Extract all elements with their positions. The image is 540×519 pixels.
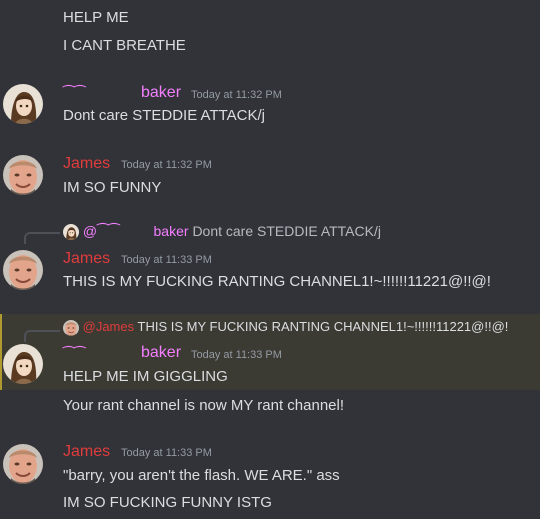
baker-avatar[interactable] xyxy=(3,344,43,384)
reply-preview[interactable]: @⁀⁀ baker Dont care STEDDIE ATTACK/j xyxy=(63,223,381,240)
message-text: IM SO FUCKING FUNNY ISTG xyxy=(63,494,272,511)
reply-preview[interactable]: @James THIS IS MY FUCKING RANTING CHANNE… xyxy=(63,319,508,336)
message-timestamp[interactable]: Today at 11:32 PM xyxy=(191,89,282,101)
reply-connector xyxy=(24,330,60,342)
message-text: HELP ME IM GIGGLING xyxy=(63,368,228,385)
james-mini-avatar xyxy=(63,320,79,336)
james-avatar[interactable] xyxy=(3,444,43,484)
name-decoration-icon: ⁀⁀ xyxy=(63,85,86,101)
reply-author: @James xyxy=(82,319,135,334)
author-name-james[interactable]: James xyxy=(63,250,110,268)
name-decoration-icon: ⁀⁀ xyxy=(63,346,86,362)
reply-snippet: THIS IS MY FUCKING RANTING CHANNEL1!~!!!… xyxy=(137,319,509,334)
baker-mini-avatar xyxy=(63,224,79,240)
reply-mention-prefix: @ xyxy=(82,223,98,239)
message-timestamp[interactable]: Today at 11:33 PM xyxy=(121,254,212,266)
james-avatar[interactable] xyxy=(3,155,43,195)
reply-snippet: Dont care STEDDIE ATTACK/j xyxy=(192,223,381,239)
message-text: Your rant channel is now MY rant channel… xyxy=(63,397,345,414)
reply-connector xyxy=(24,232,60,244)
reply-deco-icon: ⁀⁀ xyxy=(97,223,120,239)
james-avatar[interactable] xyxy=(3,250,43,290)
message-timestamp[interactable]: Today at 11:33 PM xyxy=(191,349,282,361)
reply-author: baker xyxy=(153,223,189,239)
message-timestamp[interactable]: Today at 11:32 PM xyxy=(121,159,212,171)
message-text: HELP ME xyxy=(63,9,129,26)
message-text: "barry, you aren't the flash. WE ARE." a… xyxy=(63,467,340,484)
message-text: IM SO FUNNY xyxy=(63,179,162,196)
message-timestamp[interactable]: Today at 11:33 PM xyxy=(121,447,212,459)
author-name-james[interactable]: James xyxy=(63,443,110,461)
message-text: I CANT BREATHE xyxy=(63,37,186,54)
message-text: THIS IS MY FUCKING RANTING CHANNEL1!~!!!… xyxy=(63,273,491,290)
author-name-james[interactable]: James xyxy=(63,155,110,173)
author-name-baker[interactable]: baker xyxy=(141,344,181,362)
baker-avatar[interactable] xyxy=(3,84,43,124)
message-text: Dont care STEDDIE ATTACK/j xyxy=(63,107,265,124)
author-name-baker[interactable]: baker xyxy=(141,84,181,102)
